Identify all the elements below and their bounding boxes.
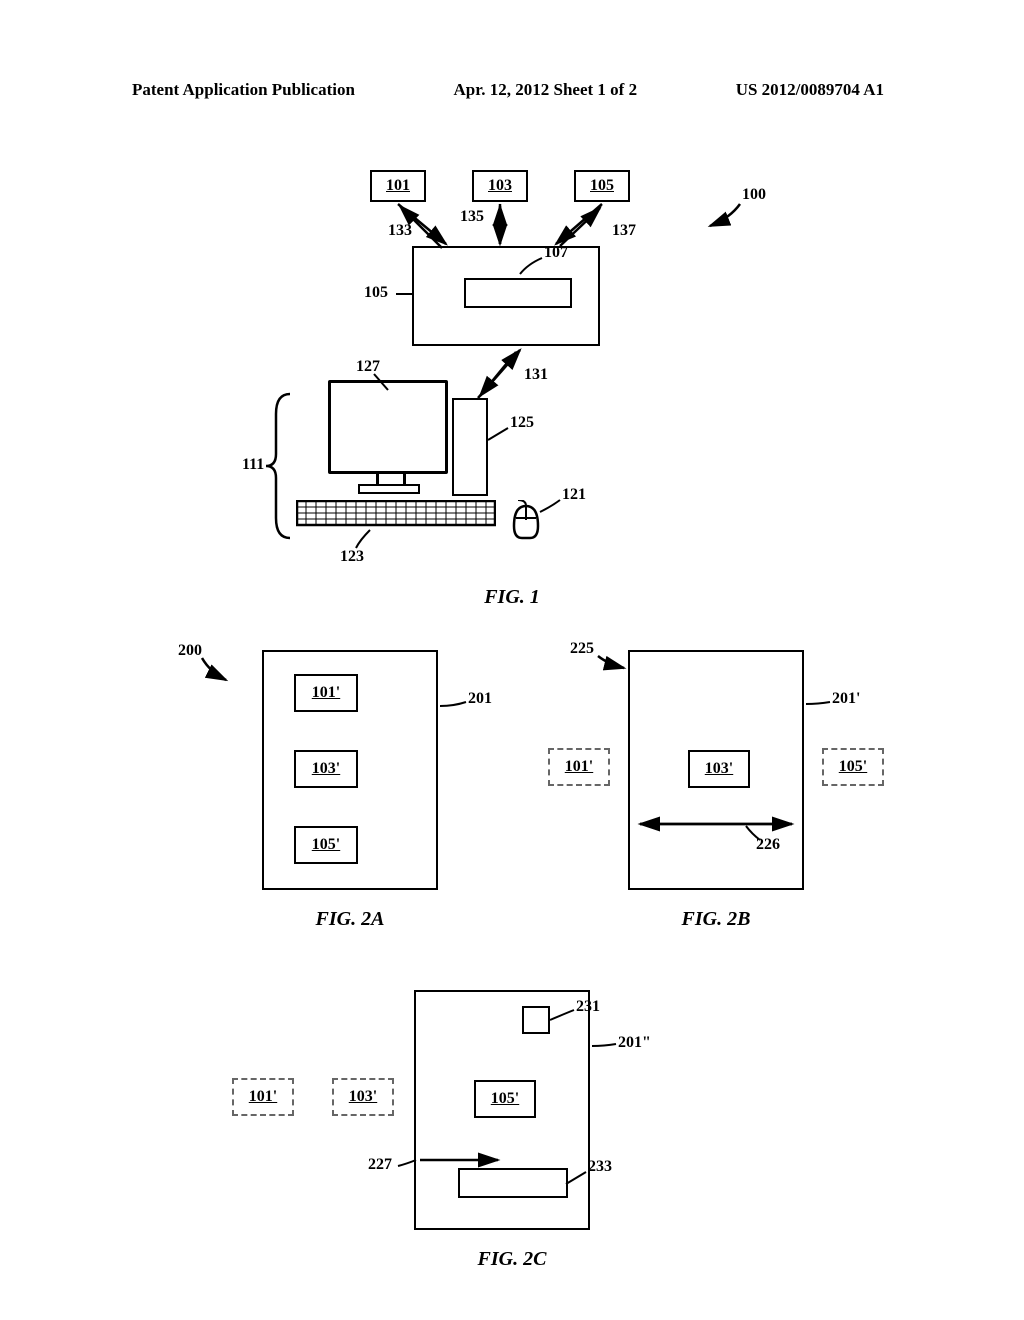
fig2a-105p: 105'	[294, 826, 358, 864]
ref-233: 233	[588, 1158, 612, 1176]
fig2b-101p: 101'	[548, 748, 610, 786]
fig2c-101p: 101'	[232, 1078, 294, 1116]
monitor-127	[328, 380, 448, 500]
fig1-caption: FIG. 1	[0, 586, 1024, 609]
ref-201pp: 201"	[618, 1034, 651, 1052]
label-101p-c: 101'	[249, 1088, 277, 1106]
box-103: 103	[472, 170, 528, 202]
ref-227: 227	[368, 1156, 392, 1174]
fig2b-caption: FIG. 2B	[628, 908, 804, 931]
page-header: Patent Application Publication Apr. 12, …	[0, 80, 1024, 100]
ref-135: 135	[460, 208, 484, 226]
label-103p-a: 103'	[312, 760, 340, 778]
tower-125	[452, 398, 488, 496]
ref-131: 131	[524, 366, 548, 384]
device-box	[412, 246, 600, 346]
mouse-121	[512, 500, 540, 545]
ref-231: 231	[576, 998, 600, 1016]
label-103p-b: 103'	[705, 760, 733, 778]
label-101: 101	[386, 177, 410, 195]
fig2a-panel: 101' 103' 105'	[262, 650, 438, 890]
fig2a-101p: 101'	[294, 674, 358, 712]
ref-137: 137	[612, 222, 636, 240]
label-103: 103	[488, 177, 512, 195]
label-105p-c: 105'	[491, 1090, 519, 1108]
label-105p-a: 105'	[312, 836, 340, 854]
fig2a-caption: FIG. 2A	[262, 908, 438, 931]
label-105p-b: 105'	[839, 758, 867, 776]
slot-233	[458, 1168, 568, 1198]
label-101p-a: 101'	[312, 684, 340, 702]
label-103p-c: 103'	[349, 1088, 377, 1106]
fig2b-105p: 105'	[822, 748, 884, 786]
header-left: Patent Application Publication	[132, 80, 355, 100]
ref-107: 107	[544, 244, 568, 262]
fig2b-panel: 103'	[628, 650, 804, 890]
ref-121: 121	[562, 486, 586, 504]
box-101: 101	[370, 170, 426, 202]
fig2c-caption: FIG. 2C	[0, 1248, 1024, 1271]
ref-200: 200	[178, 642, 202, 660]
keyboard-123	[296, 500, 496, 532]
page: Patent Application Publication Apr. 12, …	[0, 0, 1024, 1320]
ref-201p: 201'	[832, 690, 860, 708]
box-105: 105	[574, 170, 630, 202]
ref-125: 125	[510, 414, 534, 432]
ref-111: 111	[242, 456, 264, 474]
fig2c-103p: 103'	[332, 1078, 394, 1116]
label-105: 105	[590, 177, 614, 195]
ref-105-side: 105	[364, 284, 388, 302]
ref-133: 133	[388, 222, 412, 240]
ref-123: 123	[340, 548, 364, 566]
box-231	[522, 1006, 550, 1034]
header-right: US 2012/0089704 A1	[736, 80, 884, 100]
fig2c-panel: 105'	[414, 990, 590, 1230]
ref-225: 225	[570, 640, 594, 658]
fig2a-103p: 103'	[294, 750, 358, 788]
fig2c-105p: 105'	[474, 1080, 536, 1118]
label-101p-b: 101'	[565, 758, 593, 776]
ref-226: 226	[756, 836, 780, 854]
fig2b-103p: 103'	[688, 750, 750, 788]
slot-107	[464, 278, 572, 308]
ref-127: 127	[356, 358, 380, 376]
ref-201: 201	[468, 690, 492, 708]
ref-100: 100	[742, 186, 766, 204]
header-center: Apr. 12, 2012 Sheet 1 of 2	[454, 80, 638, 100]
